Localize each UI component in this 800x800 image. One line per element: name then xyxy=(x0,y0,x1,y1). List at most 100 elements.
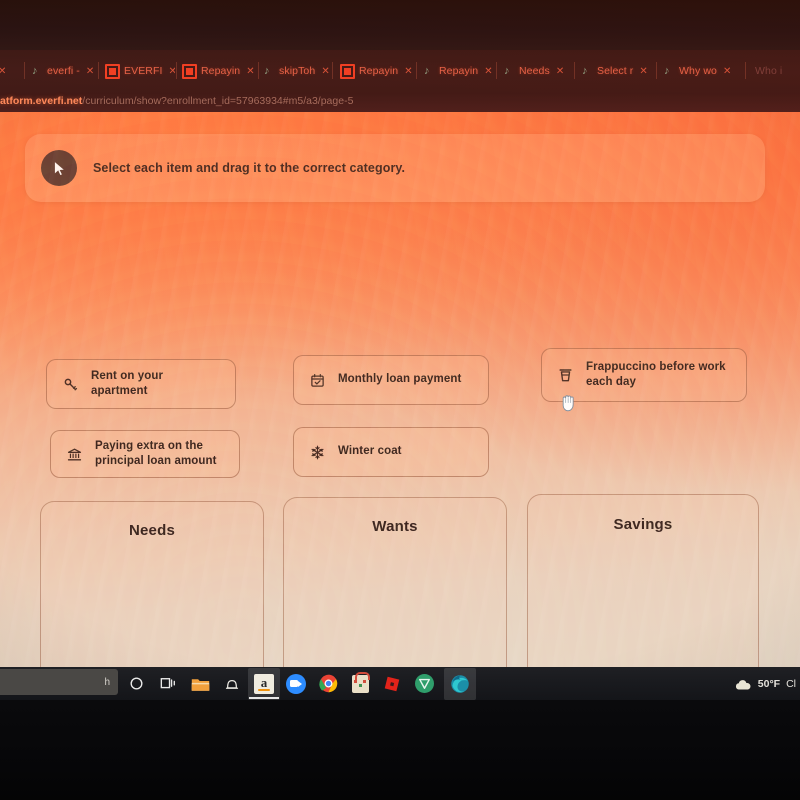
amazon-icon[interactable]: a xyxy=(248,667,280,700)
bell-app-icon[interactable] xyxy=(222,674,242,694)
address-bar-text: atform.everfi.net/curriculum/show?enroll… xyxy=(0,95,353,107)
tab-divider xyxy=(574,62,575,79)
drop-zone-label: Savings xyxy=(613,516,673,533)
tab-close-icon[interactable]: ✕ xyxy=(246,66,254,77)
draggable-item-rent[interactable]: Rent on your apartment xyxy=(46,359,236,409)
browser-tab[interactable]: ✕ xyxy=(0,58,18,84)
green-triangle-app-icon[interactable] xyxy=(414,674,434,694)
everfi-square-icon xyxy=(340,63,355,79)
tab-close-icon[interactable]: ✕ xyxy=(639,66,647,77)
task-view-icon[interactable] xyxy=(158,674,178,694)
music-note-icon: ♪ xyxy=(582,64,588,77)
edge-icon[interactable] xyxy=(444,667,476,700)
key-icon xyxy=(61,377,79,392)
browser-tab[interactable]: Repayin ✕ xyxy=(340,58,414,84)
tab-divider xyxy=(98,62,99,79)
music-note-icon: ♪ xyxy=(424,64,430,77)
tab-label: Select r xyxy=(597,65,634,77)
music-note-icon: ♪ xyxy=(264,64,270,77)
tab-label: Why wo xyxy=(679,65,717,77)
tab-close-icon[interactable]: ✕ xyxy=(484,66,492,77)
browser-tab[interactable]: ♪ skipToh ✕ xyxy=(264,58,330,84)
browser-tab[interactable]: EVERFI ✕ xyxy=(105,58,175,84)
taskbar-icon-row: a xyxy=(126,667,476,700)
store-icon[interactable] xyxy=(350,671,370,694)
taskbar-search-box[interactable]: h xyxy=(0,669,118,695)
tab-close-icon[interactable]: ✕ xyxy=(404,66,412,77)
tab-divider xyxy=(416,62,417,79)
taskbar-search-text: h xyxy=(104,676,110,688)
tab-divider xyxy=(258,62,259,79)
cloud-icon xyxy=(734,678,752,690)
everfi-square-icon xyxy=(105,63,120,79)
tab-label: Repayin xyxy=(201,65,241,77)
grab-hand-cursor xyxy=(559,391,579,413)
snowflake-icon xyxy=(308,445,326,460)
everfi-activity-page: Select each item and drag it to the corr… xyxy=(0,112,800,667)
laptop-bezel-top xyxy=(0,0,800,50)
tab-label: skipToh xyxy=(279,65,316,77)
browser-tab[interactable]: ♪ Needs ✕ xyxy=(504,58,570,84)
browser-tab[interactable]: Who i xyxy=(755,58,800,84)
item-label: Paying extra on the principal loan amoun… xyxy=(95,439,217,467)
weather-description: Cl xyxy=(786,677,796,690)
drop-zone-label: Wants xyxy=(372,518,418,535)
weather-temperature: 50°F xyxy=(757,677,781,690)
tab-close-icon[interactable]: ✕ xyxy=(723,66,731,77)
url-path: /curriculum/show?enrollment_id=57963934#… xyxy=(82,95,354,107)
browser-tab[interactable]: ♪ everfi - ✕ xyxy=(32,58,94,84)
instruction-banner: Select each item and drag it to the corr… xyxy=(25,134,765,202)
cursor-pointer-icon xyxy=(41,150,77,186)
tab-close-icon[interactable]: ✕ xyxy=(321,66,329,77)
music-note-icon: ♪ xyxy=(504,64,510,77)
browser-tab[interactable]: Repayin ✕ xyxy=(182,58,256,84)
instruction-text: Select each item and drag it to the corr… xyxy=(93,161,406,175)
calendar-check-icon xyxy=(308,373,326,388)
address-bar[interactable]: atform.everfi.net/curriculum/show?enroll… xyxy=(0,90,800,112)
browser-tab-strip: ✕ ♪ everfi - ✕ EVERFI ✕ Repayin ✕ ♪ skip… xyxy=(0,50,800,90)
url-host: atform.everfi.net xyxy=(0,95,83,107)
drop-zone-label: Needs xyxy=(128,522,176,539)
taskbar-active-indicator xyxy=(249,696,279,699)
drop-zone-savings[interactable]: Savings xyxy=(527,494,759,667)
laptop-screen-photo: ✕ ♪ everfi - ✕ EVERFI ✕ Repayin ✕ ♪ skip… xyxy=(0,0,800,800)
item-label: Winter coat xyxy=(338,445,402,458)
tab-close-icon[interactable]: ✕ xyxy=(0,66,6,77)
laptop-bezel-bottom xyxy=(0,700,800,800)
tab-divider xyxy=(24,62,25,79)
bank-icon xyxy=(65,447,83,462)
tab-label: Repayin xyxy=(439,65,479,77)
tab-divider xyxy=(656,62,657,79)
everfi-square-icon xyxy=(182,63,197,79)
draggable-item-monthly-loan-payment[interactable]: Monthly loan payment xyxy=(293,355,489,405)
chrome-icon[interactable] xyxy=(318,674,338,694)
draggable-item-principal-payment[interactable]: Paying extra on the principal loan amoun… xyxy=(50,430,240,478)
tab-close-icon[interactable]: ✕ xyxy=(169,66,175,77)
tab-label: Who i xyxy=(755,65,783,77)
tab-divider xyxy=(332,62,333,79)
tab-label: everfi - xyxy=(47,65,80,77)
tab-label: EVERFI xyxy=(124,65,163,77)
browser-tab[interactable]: ♪ Repayin ✕ xyxy=(424,58,494,84)
drop-zone-needs[interactable]: Needs xyxy=(40,501,264,667)
taskbar-weather-widget[interactable]: 50°F Cl xyxy=(734,667,796,700)
roblox-icon[interactable] xyxy=(382,674,402,694)
browser-tab[interactable]: ♪ Select r ✕ xyxy=(582,58,652,84)
tab-close-icon[interactable]: ✕ xyxy=(556,66,564,77)
item-label: Monthly loan payment xyxy=(338,373,462,386)
file-explorer-icon[interactable] xyxy=(190,674,210,694)
item-label: Frappuccino before work each day xyxy=(586,360,726,388)
windows-taskbar: h a 50°F Cl xyxy=(0,667,800,700)
draggable-item-winter-coat[interactable]: Winter coat xyxy=(293,427,489,477)
tab-close-icon[interactable]: ✕ xyxy=(86,66,94,77)
music-note-icon: ♪ xyxy=(32,64,38,77)
music-note-icon: ♪ xyxy=(664,64,670,77)
zoom-icon[interactable] xyxy=(286,673,306,694)
coffee-cup-icon xyxy=(556,367,574,383)
drop-zone-wants[interactable]: Wants xyxy=(283,497,507,667)
tab-label: Repayin xyxy=(359,65,399,77)
item-label: Rent on your apartment xyxy=(91,369,164,397)
browser-tab[interactable]: ♪ Why wo ✕ xyxy=(664,58,736,84)
browser-chrome: ✕ ♪ everfi - ✕ EVERFI ✕ Repayin ✕ ♪ skip… xyxy=(0,50,800,112)
cortana-icon[interactable] xyxy=(126,674,146,694)
